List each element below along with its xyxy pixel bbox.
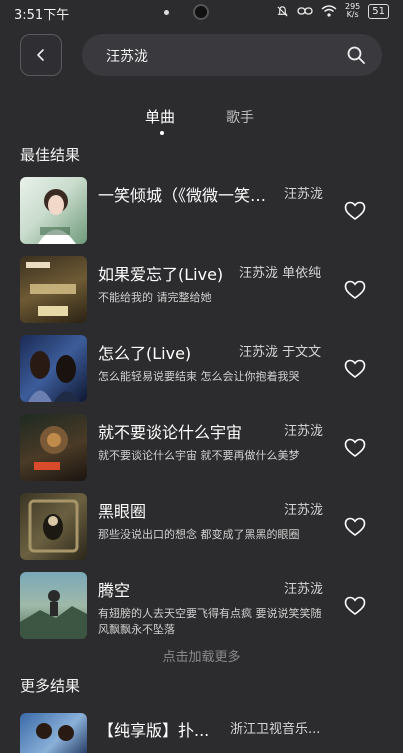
status-time: 3:51下午 bbox=[14, 8, 70, 23]
wifi-icon bbox=[321, 5, 337, 17]
song-lyric: 有翅膀的人去天空要飞得有点疯 要说说笑笑随风飘飘永不坠落 bbox=[98, 607, 322, 636]
active-tab-indicator bbox=[160, 131, 164, 135]
song-lyric: 就不要谈论什么宇宙 就不要再做什么美梦 bbox=[98, 449, 300, 462]
song-artist: 汪苏泷 bbox=[284, 424, 324, 439]
best-results-title: 最佳结果 bbox=[20, 146, 81, 164]
song-artist: 汪苏泷 单依纯 bbox=[239, 266, 322, 281]
tab-singers[interactable]: 歌手 bbox=[226, 107, 254, 127]
heart-icon[interactable] bbox=[344, 438, 366, 458]
song-row[interactable]: 腾空 汪苏泷 有翅膀的人去天空要飞得有点疯 要说说笑笑随风飘飘永不坠落 bbox=[0, 572, 403, 650]
song-cover bbox=[20, 493, 87, 560]
battery-indicator: 51 bbox=[368, 3, 389, 19]
status-bar: 3:51下午 295 K/s 51 bbox=[0, 0, 403, 26]
search-icon[interactable] bbox=[346, 45, 366, 65]
heart-icon[interactable] bbox=[344, 596, 366, 616]
speed-unit: K/s bbox=[346, 10, 359, 19]
back-button[interactable] bbox=[20, 34, 62, 76]
song-row[interactable]: 一笑倾城（《微微一笑很倾城》 汪苏泷 bbox=[0, 177, 403, 255]
song-lyric: 怎么能轻易说要结束 怎么会让你抱着我哭 bbox=[98, 370, 300, 383]
video-cover bbox=[20, 713, 87, 753]
front-camera bbox=[193, 4, 209, 20]
song-row[interactable]: 黑眼圈 汪苏泷 那些没说出口的想念 都变成了黑黑的眼圈 bbox=[0, 493, 403, 571]
list-item[interactable]: 【纯享版】扑... 浙江卫视音乐... bbox=[0, 713, 403, 753]
song-row[interactable]: 就不要谈论什么宇宙 汪苏泷 就不要谈论什么宇宙 就不要再做什么美梦 bbox=[0, 414, 403, 492]
song-artist: 汪苏泷 于文文 bbox=[239, 345, 322, 360]
song-cover bbox=[20, 572, 87, 639]
song-title: 怎么了(Live) bbox=[98, 344, 192, 363]
song-artist: 汪苏泷 bbox=[284, 503, 324, 518]
song-cover bbox=[20, 256, 87, 323]
item-source: 浙江卫视音乐... bbox=[230, 722, 321, 737]
song-lyric: 那些没说出口的想念 都变成了黑黑的眼圈 bbox=[98, 528, 300, 541]
item-title: 【纯享版】扑... bbox=[98, 721, 210, 740]
search-query[interactable]: 汪苏泷 bbox=[106, 46, 148, 66]
heart-icon[interactable] bbox=[344, 280, 366, 300]
heart-icon[interactable] bbox=[344, 201, 366, 221]
song-cover bbox=[20, 335, 87, 402]
song-row[interactable]: 怎么了(Live) 汪苏泷 于文文 怎么能轻易说要结束 怎么会让你抱着我哭 bbox=[0, 335, 403, 413]
link-icon bbox=[297, 7, 313, 15]
chevron-left-icon bbox=[37, 49, 44, 61]
more-results-title: 更多结果 bbox=[20, 677, 81, 695]
song-artist: 汪苏泷 bbox=[284, 187, 324, 202]
song-title: 就不要谈论什么宇宙 bbox=[98, 423, 243, 442]
song-row[interactable]: 如果爱忘了(Live) 汪苏泷 单依纯 不能给我的 请完整给她 bbox=[0, 256, 403, 334]
song-artist: 汪苏泷 bbox=[284, 582, 324, 597]
notification-dot bbox=[164, 10, 169, 15]
search-input[interactable]: 汪苏泷 bbox=[82, 34, 382, 76]
song-title: 腾空 bbox=[98, 581, 131, 600]
heart-icon[interactable] bbox=[344, 517, 366, 537]
mute-bell-icon bbox=[277, 5, 288, 17]
song-cover bbox=[20, 177, 87, 244]
network-speed: 295 K/s bbox=[345, 3, 360, 19]
tab-songs[interactable]: 单曲 bbox=[145, 106, 175, 127]
heart-icon[interactable] bbox=[344, 359, 366, 379]
status-icons: 295 K/s 51 bbox=[276, 3, 389, 19]
song-cover bbox=[20, 414, 87, 481]
song-title: 一笑倾城（《微微一笑很倾城》 bbox=[98, 186, 268, 205]
load-more-button[interactable]: 点击加载更多 bbox=[0, 646, 403, 665]
song-title: 黑眼圈 bbox=[98, 502, 147, 521]
song-lyric: 不能给我的 请完整给她 bbox=[98, 291, 212, 304]
song-title: 如果爱忘了(Live) bbox=[98, 265, 224, 284]
